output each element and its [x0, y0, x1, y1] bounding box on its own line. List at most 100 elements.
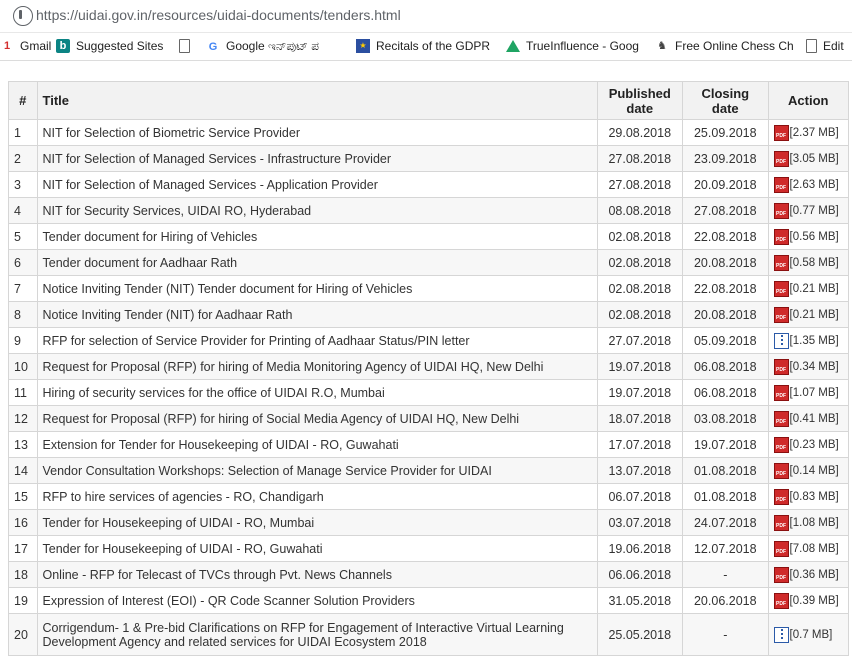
- pdf-file-icon[interactable]: [773, 384, 789, 401]
- download-cell[interactable]: [2.37 MB]: [767, 119, 850, 146]
- row-number: 9: [8, 327, 38, 354]
- pdf-file-icon[interactable]: [773, 488, 789, 505]
- file-size[interactable]: [0.39 MB]: [790, 595, 839, 607]
- download-cell[interactable]: [0.58 MB]: [767, 249, 850, 276]
- file-size[interactable]: [1.07 MB]: [790, 387, 839, 399]
- download-cell[interactable]: [2.63 MB]: [767, 171, 850, 198]
- closing-date: 22.08.2018: [682, 275, 769, 302]
- header-published-date: Published date: [596, 81, 684, 120]
- table-row: 3 NIT for Selection of Managed Services -…: [8, 171, 850, 198]
- pdf-file-icon[interactable]: [773, 514, 789, 531]
- pdf-file-icon[interactable]: [773, 306, 789, 323]
- pdf-file-icon[interactable]: [773, 540, 789, 557]
- tender-title: Hiring of security services for the offi…: [36, 379, 598, 406]
- published-date: 29.08.2018: [596, 119, 684, 146]
- bookmark-trueinfluence[interactable]: TrueInfluence - Goog: [506, 39, 639, 53]
- file-size[interactable]: [0.83 MB]: [790, 491, 839, 503]
- row-number: 19: [8, 587, 38, 614]
- published-date: 17.07.2018: [596, 431, 684, 458]
- tender-title: Online - RFP for Telecast of TVCs throug…: [36, 561, 598, 588]
- bookmark-gmail[interactable]: 1 Gmail: [0, 39, 51, 53]
- tender-title: Tender for Housekeeping of UIDAI - RO, M…: [36, 509, 598, 536]
- tender-title: Corrigendum- 1 & Pre-bid Clarifications …: [36, 613, 598, 656]
- header-action: Action: [767, 81, 850, 120]
- page-info-icon[interactable]: [13, 6, 33, 26]
- row-number: 3: [8, 171, 38, 198]
- file-size[interactable]: [1.08 MB]: [790, 517, 839, 529]
- download-cell[interactable]: [0.83 MB]: [767, 483, 850, 510]
- file-size[interactable]: [0.41 MB]: [790, 413, 839, 425]
- file-size[interactable]: [0.23 MB]: [790, 439, 839, 451]
- table-row: 10 Request for Proposal (RFP) for hiring …: [8, 353, 850, 380]
- download-cell[interactable]: [0.21 MB]: [767, 301, 850, 328]
- pdf-file-icon[interactable]: [773, 410, 789, 427]
- download-cell[interactable]: [0.21 MB]: [767, 275, 850, 302]
- bookmark-google-input[interactable]: G Google ಇನ್‌ಪುಟ್ ಪ: [206, 39, 319, 54]
- download-cell[interactable]: [7.08 MB]: [767, 535, 850, 562]
- tender-title: Tender for Housekeeping of UIDAI - RO, G…: [36, 535, 598, 562]
- download-cell[interactable]: [1.08 MB]: [767, 509, 850, 536]
- row-number: 11: [8, 379, 38, 406]
- published-date: 31.05.2018: [596, 587, 684, 614]
- pdf-file-icon[interactable]: [773, 202, 789, 219]
- bookmark-document[interactable]: [179, 39, 196, 53]
- closing-date: 01.08.2018: [682, 483, 769, 510]
- download-cell[interactable]: [1.07 MB]: [767, 379, 850, 406]
- file-size[interactable]: [0.21 MB]: [790, 309, 839, 321]
- file-size[interactable]: [0.58 MB]: [790, 257, 839, 269]
- file-size[interactable]: [0.36 MB]: [790, 569, 839, 581]
- pdf-file-icon[interactable]: [773, 462, 789, 479]
- bookmark-gdpr[interactable]: ★ Recitals of the GDPR: [356, 39, 490, 53]
- download-cell[interactable]: [0.77 MB]: [767, 197, 850, 224]
- download-cell[interactable]: [0.14 MB]: [767, 457, 850, 484]
- pdf-file-icon[interactable]: [773, 436, 789, 453]
- file-size[interactable]: [0.21 MB]: [790, 283, 839, 295]
- download-cell[interactable]: [3.05 MB]: [767, 145, 850, 172]
- document-icon: [179, 39, 190, 53]
- url-text[interactable]: https://uidai.gov.in/resources/uidai-doc…: [36, 7, 401, 23]
- published-date: 19.06.2018: [596, 535, 684, 562]
- download-cell[interactable]: [0.23 MB]: [767, 431, 850, 458]
- address-bar[interactable]: https://uidai.gov.in/resources/uidai-doc…: [0, 0, 852, 33]
- published-date: 02.08.2018: [596, 249, 684, 276]
- file-size[interactable]: [1.35 MB]: [790, 335, 839, 347]
- download-cell[interactable]: [0.39 MB]: [767, 587, 850, 614]
- download-cell[interactable]: [1.35 MB]: [767, 327, 850, 354]
- published-date: 27.08.2018: [596, 145, 684, 172]
- file-size[interactable]: [0.7 MB]: [790, 629, 833, 641]
- file-size[interactable]: [0.77 MB]: [790, 205, 839, 217]
- download-cell[interactable]: [0.7 MB]: [767, 613, 850, 656]
- pdf-file-icon[interactable]: [773, 150, 789, 167]
- download-cell[interactable]: [0.34 MB]: [767, 353, 850, 380]
- zip-file-icon[interactable]: [773, 626, 789, 643]
- pdf-file-icon[interactable]: [773, 254, 789, 271]
- pdf-file-icon[interactable]: [773, 592, 789, 609]
- file-size[interactable]: [0.14 MB]: [790, 465, 839, 477]
- pdf-file-icon[interactable]: [773, 124, 789, 141]
- row-number: 18: [8, 561, 38, 588]
- file-size[interactable]: [0.34 MB]: [790, 361, 839, 373]
- closing-date: 20.09.2018: [682, 171, 769, 198]
- file-size[interactable]: [2.63 MB]: [790, 179, 839, 191]
- zip-file-icon[interactable]: [773, 332, 789, 349]
- row-number: 20: [8, 613, 38, 656]
- file-size[interactable]: [3.05 MB]: [790, 153, 839, 165]
- file-size[interactable]: [7.08 MB]: [790, 543, 839, 555]
- bookmark-suggested-sites[interactable]: b Suggested Sites: [56, 39, 163, 53]
- row-number: 4: [8, 197, 38, 224]
- bookmark-edit[interactable]: Edit: [806, 39, 844, 53]
- pdf-file-icon[interactable]: [773, 176, 789, 193]
- closing-date: -: [682, 613, 769, 656]
- pdf-file-icon[interactable]: [773, 566, 789, 583]
- download-cell[interactable]: [0.36 MB]: [767, 561, 850, 588]
- file-size[interactable]: [0.56 MB]: [790, 231, 839, 243]
- tender-title: Expression of Interest (EOI) - QR Code S…: [36, 587, 598, 614]
- closing-date: 20.06.2018: [682, 587, 769, 614]
- file-size[interactable]: [2.37 MB]: [790, 127, 839, 139]
- download-cell[interactable]: [0.41 MB]: [767, 405, 850, 432]
- pdf-file-icon[interactable]: [773, 358, 789, 375]
- bookmark-chess[interactable]: ♞ Free Online Chess Ch: [655, 39, 794, 53]
- pdf-file-icon[interactable]: [773, 280, 789, 297]
- pdf-file-icon[interactable]: [773, 228, 789, 245]
- download-cell[interactable]: [0.56 MB]: [767, 223, 850, 250]
